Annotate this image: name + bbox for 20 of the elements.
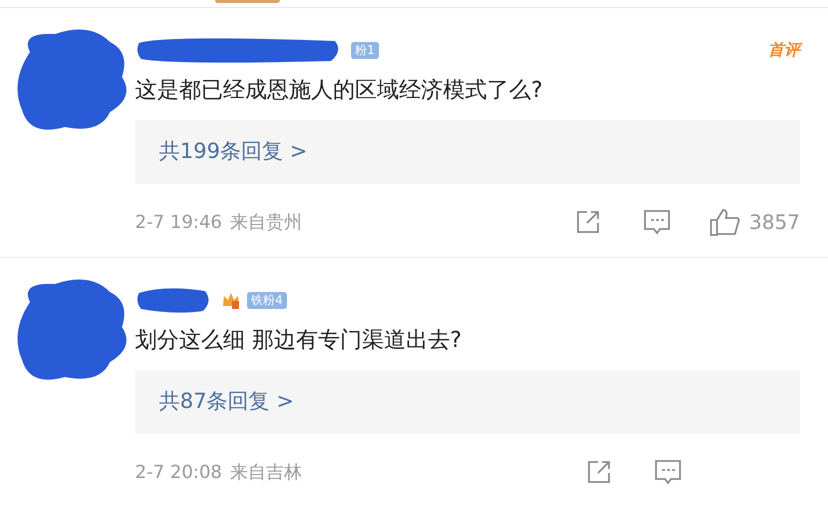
replies-panel[interactable]: 共199条回复 >: [135, 120, 800, 184]
fan-badge: 铁粉4: [247, 292, 287, 308]
first-comment-tag: 首评: [768, 38, 800, 62]
comment-icon[interactable]: [654, 458, 682, 486]
like-count: 3857: [749, 209, 800, 236]
comment-location: 来自贵州: [230, 210, 302, 234]
share-icon[interactable]: [586, 459, 612, 485]
tab-indicator: [215, 0, 280, 3]
replies-panel[interactable]: 共87条回复 >: [135, 370, 800, 434]
like-icon[interactable]: [709, 207, 742, 237]
comment-text: 这是都已经成恩施人的区域经济模式了么?: [135, 77, 544, 105]
replies-link[interactable]: 共87条回复 >: [159, 386, 294, 418]
comment-icon[interactable]: [643, 208, 672, 236]
replies-link[interactable]: 共199条回复 >: [159, 136, 308, 168]
comment-location: 来自吉林: [230, 460, 302, 484]
share-icon[interactable]: [575, 209, 602, 235]
comment-time: 2-7 20:08: [135, 460, 222, 484]
comment-text: 划分这么细 那边有专门渠道出去?: [135, 327, 463, 355]
comment-time: 2-7 19:46: [135, 210, 222, 234]
fan-badge: 粉1: [351, 42, 379, 58]
